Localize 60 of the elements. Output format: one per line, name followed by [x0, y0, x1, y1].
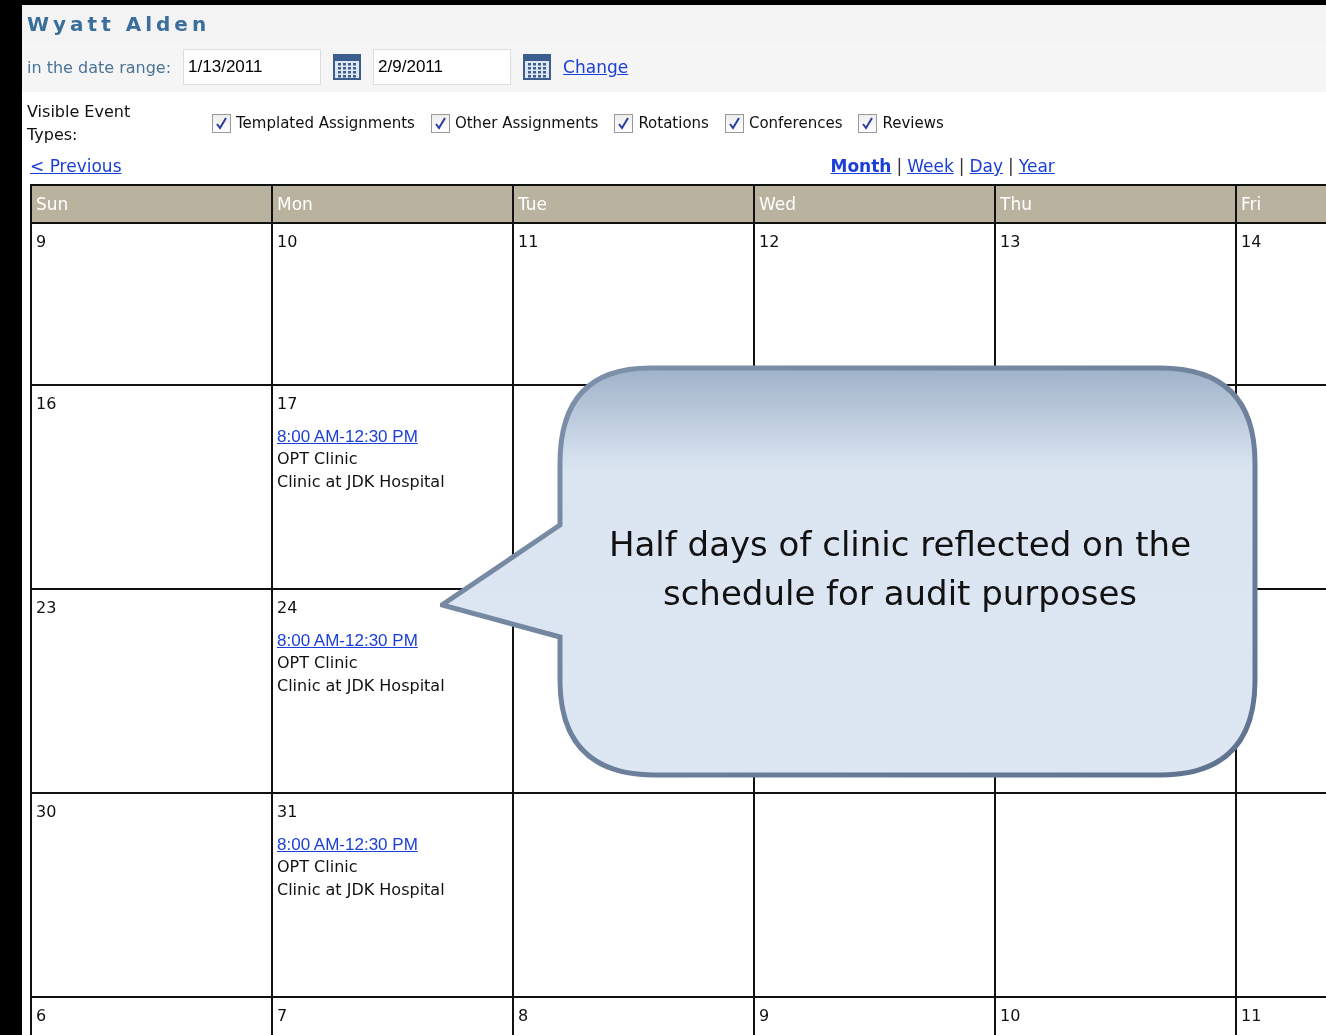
checkbox[interactable]: [858, 113, 878, 133]
end-date-field[interactable]: 2/9/2011: [373, 49, 512, 85]
day-number: 9: [759, 1006, 770, 1025]
weekday-header: Mon: [273, 186, 514, 224]
day-number: 13: [1000, 232, 1021, 251]
separator-text: |: [896, 156, 903, 176]
day-number: 11: [518, 232, 539, 251]
checkbox-label: Reviews: [882, 114, 944, 132]
event-time-link[interactable]: 8:00 AM-12:30 PM: [277, 835, 418, 855]
view-link[interactable]: Month: [830, 156, 892, 176]
day-number: 23: [36, 598, 57, 617]
checkbox[interactable]: [212, 113, 231, 133]
day-number: 6: [36, 1006, 47, 1025]
event-time-link[interactable]: 8:00 AM-12:30 PM: [277, 631, 418, 651]
checkbox[interactable]: [614, 113, 634, 133]
event-text: Clinic at JDK Hospital: [277, 879, 445, 901]
day-number: 17: [277, 394, 298, 413]
weekday-header: Thu: [996, 186, 1237, 224]
day-number: 7: [277, 1006, 288, 1025]
day-number: 24: [277, 598, 298, 617]
callout-text: Half days of clinic reflected on the schedule for audit purposes: [607, 523, 1193, 615]
event-text: OPT Clinic: [277, 652, 358, 674]
day-number: 10: [1000, 1006, 1021, 1025]
day-number: 9: [36, 232, 47, 251]
calendar-icon[interactable]: [333, 54, 362, 80]
weekday-header: Tue: [514, 186, 755, 224]
event-text: OPT Clinic: [277, 856, 358, 878]
weekday-header: Wed: [755, 186, 996, 224]
checkbox-label: Rotations: [638, 114, 709, 132]
event-text: Clinic at JDK Hospital: [277, 471, 445, 493]
checkbox-label: Conferences: [748, 114, 843, 132]
day-number: 8: [518, 1006, 529, 1025]
calendar-icon[interactable]: [523, 54, 552, 80]
day-number: 12: [759, 232, 780, 251]
page-title: Wyatt Alden: [27, 11, 211, 36]
weekday-header: Fri: [1237, 186, 1326, 224]
start-date-field[interactable]: 1/13/2011: [183, 49, 322, 85]
weekday-header: Sun: [32, 186, 273, 224]
event-time-link[interactable]: 8:00 AM-12:30 PM: [277, 427, 418, 447]
date-range-label: in the date range:: [27, 57, 172, 77]
day-number: 30: [36, 802, 57, 821]
day-number: 10: [277, 232, 298, 251]
day-number: 16: [36, 394, 57, 413]
event-types-label: Visible Event Types:: [27, 101, 132, 146]
day-number: 11: [1241, 1006, 1262, 1025]
separator-text: |: [1008, 156, 1014, 176]
day-number: 31: [277, 802, 298, 821]
separator-text: |: [958, 156, 965, 176]
view-link[interactable]: Day: [969, 156, 1004, 176]
event-text: Clinic at JDK Hospital: [277, 675, 445, 697]
checkbox[interactable]: [430, 113, 450, 133]
checkbox-label: Templated Assignments: [236, 114, 415, 132]
view-link[interactable]: Year: [1018, 156, 1055, 176]
change-link[interactable]: Change: [563, 57, 629, 77]
checkbox-label: Other Assignments: [454, 114, 599, 132]
day-number: 14: [1241, 232, 1262, 251]
previous-link[interactable]: < Previous: [30, 156, 122, 176]
checkbox[interactable]: [724, 113, 744, 133]
view-link[interactable]: Week: [907, 156, 954, 176]
event-text: OPT Clinic: [277, 448, 358, 470]
